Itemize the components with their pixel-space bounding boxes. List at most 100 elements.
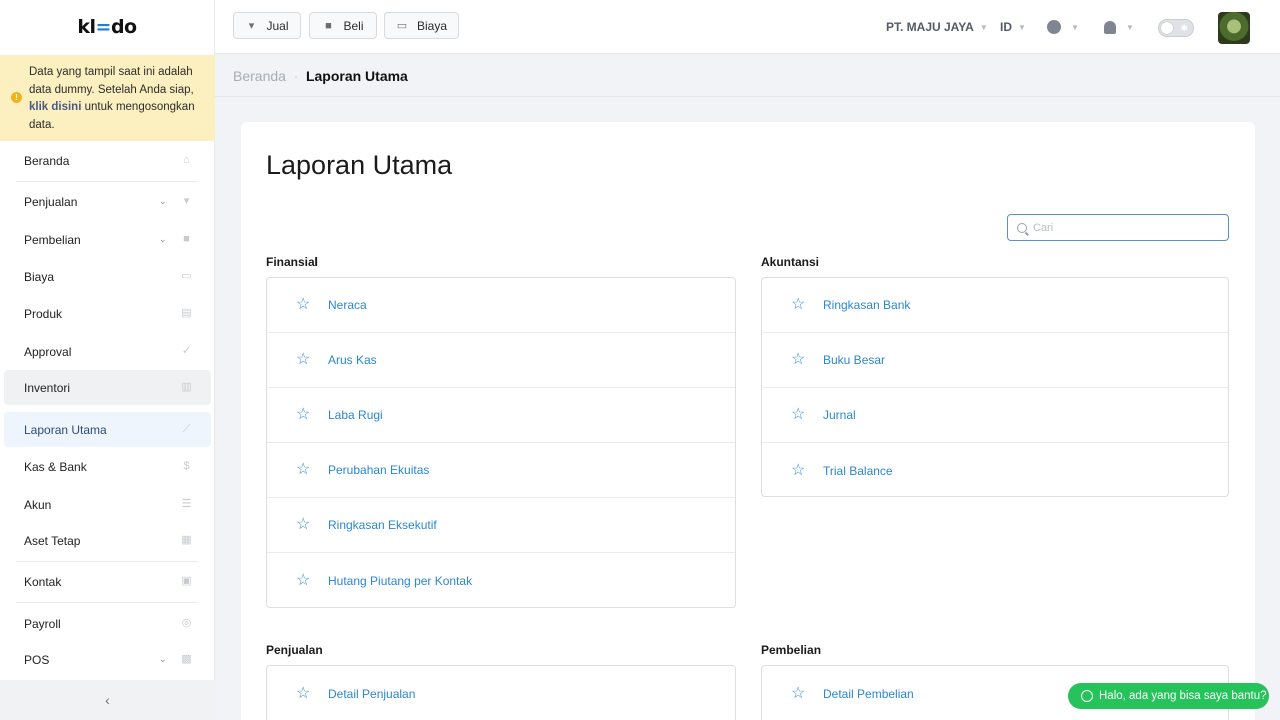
sidebar-item-pos[interactable]: POS ⌄ ▩ <box>4 642 211 677</box>
report-link[interactable]: Arus Kas <box>328 353 377 367</box>
section-title-penjualan: Penjualan <box>266 643 323 657</box>
report-item-perubahan-ekuitas[interactable]: ☆ Perubahan Ekuitas <box>267 443 735 498</box>
sidebar-item-approval[interactable]: Approval ✓ <box>4 334 211 369</box>
report-item-neraca[interactable]: ☆ Neraca <box>267 278 735 333</box>
notifications-menu[interactable]: ▼ <box>1104 0 1134 54</box>
report-link[interactable]: Ringkasan Eksekutif <box>328 518 437 532</box>
page-title: Laporan Utama <box>266 150 453 180</box>
star-icon[interactable]: ☆ <box>296 462 312 478</box>
bell-icon <box>1104 20 1116 34</box>
report-link[interactable]: Laba Rugi <box>328 408 383 422</box>
sidebar-item-biaya[interactable]: Biaya ▭ <box>4 259 211 294</box>
star-icon[interactable]: ☆ <box>791 352 807 368</box>
sidebar-item-beranda[interactable]: Beranda ⌂ <box>4 143 211 178</box>
report-item-hutang-piutang[interactable]: ☆ Hutang Piutang per Kontak <box>267 553 735 608</box>
sidebar-item-akun[interactable]: Akun ☰ <box>4 487 211 522</box>
company-selector[interactable]: PT. MAJU JAYA ▼ <box>886 0 988 54</box>
report-link[interactable]: Perubahan Ekuitas <box>328 463 429 477</box>
report-item-buku-besar[interactable]: ☆ Buku Besar <box>762 333 1228 388</box>
box-icon: ▤ <box>181 307 192 319</box>
clock-icon <box>1047 20 1061 34</box>
sidebar-item-inventori[interactable]: Inventori ▥ <box>4 370 211 405</box>
home-icon: ⌂ <box>183 154 190 166</box>
whatsapp-icon <box>1081 690 1093 702</box>
sidebar-item-label: Penjualan <box>24 194 78 209</box>
jual-button[interactable]: ▾ Jual <box>233 12 301 39</box>
chevron-down-icon: ⌄ <box>159 234 167 244</box>
sidebar-item-payroll[interactable]: Payroll ◎ <box>4 606 211 641</box>
report-list-finansial: ☆ Neraca ☆ Arus Kas ☆ Laba Rugi ☆ Perubahan … <box>266 277 736 608</box>
report-item-detail-penjualan[interactable]: ☆ Detail Penjualan <box>267 666 735 720</box>
chevron-down-icon: ▼ <box>979 22 988 32</box>
basket-icon: ▾ <box>183 195 190 207</box>
toggle-knob <box>1161 22 1173 34</box>
notice-link[interactable]: klik disini <box>29 101 81 113</box>
language-selector[interactable]: ID ▼ <box>1000 0 1026 54</box>
sidebar-item-produk[interactable]: Produk ▤ <box>4 296 211 331</box>
sidebar-item-label: Pembelian <box>24 232 81 247</box>
report-item-trial-balance[interactable]: ☆ Trial Balance <box>762 443 1228 498</box>
sidebar-item-label: Biaya <box>24 269 55 284</box>
biaya-button-label: Biaya <box>416 18 448 33</box>
breadcrumb-separator: · <box>293 69 298 83</box>
pos-icon: ▩ <box>181 653 192 665</box>
star-icon[interactable]: ☆ <box>791 462 807 479</box>
search-input[interactable] <box>1033 221 1223 234</box>
chevron-down-icon: ⌄ <box>159 654 167 664</box>
theme-toggle[interactable]: ✱ <box>1158 19 1194 37</box>
whatsapp-chat-button[interactable]: Halo, ada yang bisa saya bantu? <box>1068 683 1269 709</box>
breadcrumb-current: Laporan Utama <box>305 68 408 84</box>
logo-text-suffix: do <box>110 16 137 38</box>
beli-button[interactable]: ■ Beli <box>309 12 377 39</box>
chevron-down-icon: ▼ <box>1018 22 1026 32</box>
search-box[interactable] <box>1007 214 1229 241</box>
report-link[interactable]: Jurnal <box>823 408 856 422</box>
sidebar-item-kas-bank[interactable]: Kas & Bank $ <box>4 449 211 484</box>
report-card: Laporan Utama Finansial ☆ Neraca ☆ Arus Ka… <box>241 122 1255 720</box>
report-item-laba-rugi[interactable]: ☆ Laba Rugi <box>267 388 735 443</box>
star-icon[interactable]: ☆ <box>791 407 807 423</box>
sidebar-item-label: Aset Tetap <box>24 533 81 548</box>
report-item-jurnal[interactable]: ☆ Jurnal <box>762 388 1228 443</box>
star-icon[interactable]: ☆ <box>296 572 312 589</box>
sidebar-item-label: Inventori <box>24 380 71 395</box>
avatar[interactable] <box>1218 12 1250 44</box>
sidebar-item-penjualan[interactable]: Penjualan ⌄ ▾ <box>4 184 211 219</box>
biaya-button[interactable]: ▭ Biaya <box>384 12 459 39</box>
kledo-logo[interactable]: kl = do <box>0 0 214 54</box>
star-icon[interactable]: ☆ <box>296 297 312 313</box>
card-icon: ▭ <box>181 270 192 282</box>
report-link[interactable]: Detail Pembelian <box>823 687 914 701</box>
report-item-ringkasan-bank[interactable]: ☆ Ringkasan Bank <box>762 278 1228 333</box>
chevron-left-icon: ‹ <box>105 692 110 708</box>
report-link[interactable]: Buku Besar <box>823 353 885 367</box>
sidebar-item-laporan-utama[interactable]: Laporan Utama ⟋ <box>4 412 211 447</box>
building-icon: ▦ <box>181 534 192 546</box>
breadcrumb-home-link[interactable]: Beranda <box>233 68 286 84</box>
section-title-akuntansi: Akuntansi <box>761 255 820 269</box>
warehouse-icon: ▥ <box>181 381 192 393</box>
report-link[interactable]: Ringkasan Bank <box>823 298 910 312</box>
sidebar-item-kontak[interactable]: Kontak ▣ <box>4 564 211 599</box>
star-icon[interactable]: ☆ <box>296 685 312 702</box>
beli-button-label: Beli <box>343 18 364 33</box>
sidebar-item-label: Produk <box>24 306 63 321</box>
report-item-ringkasan-eksekutif[interactable]: ☆ Ringkasan Eksekutif <box>267 498 735 553</box>
logo-text-prefix: kl <box>77 16 96 38</box>
history-menu[interactable]: ▼ <box>1047 0 1079 54</box>
report-link[interactable]: Detail Penjualan <box>328 687 415 701</box>
report-link[interactable]: Trial Balance <box>823 464 893 478</box>
star-icon[interactable]: ☆ <box>296 517 312 533</box>
star-icon[interactable]: ☆ <box>791 297 807 313</box>
star-icon[interactable]: ☆ <box>296 407 312 423</box>
divider <box>16 181 198 182</box>
report-link[interactable]: Neraca <box>328 298 367 312</box>
report-item-arus-kas[interactable]: ☆ Arus Kas <box>267 333 735 388</box>
sidebar-item-aset-tetap[interactable]: Aset Tetap ▦ <box>4 523 211 558</box>
sidebar-item-label: Kas & Bank <box>24 459 87 474</box>
report-link[interactable]: Hutang Piutang per Kontak <box>328 574 472 588</box>
sidebar-collapse-button[interactable]: ‹ <box>0 680 215 720</box>
star-icon[interactable]: ☆ <box>296 352 312 368</box>
star-icon[interactable]: ☆ <box>791 685 807 702</box>
sidebar-item-pembelian[interactable]: Pembelian ⌄ ■ <box>4 222 211 257</box>
